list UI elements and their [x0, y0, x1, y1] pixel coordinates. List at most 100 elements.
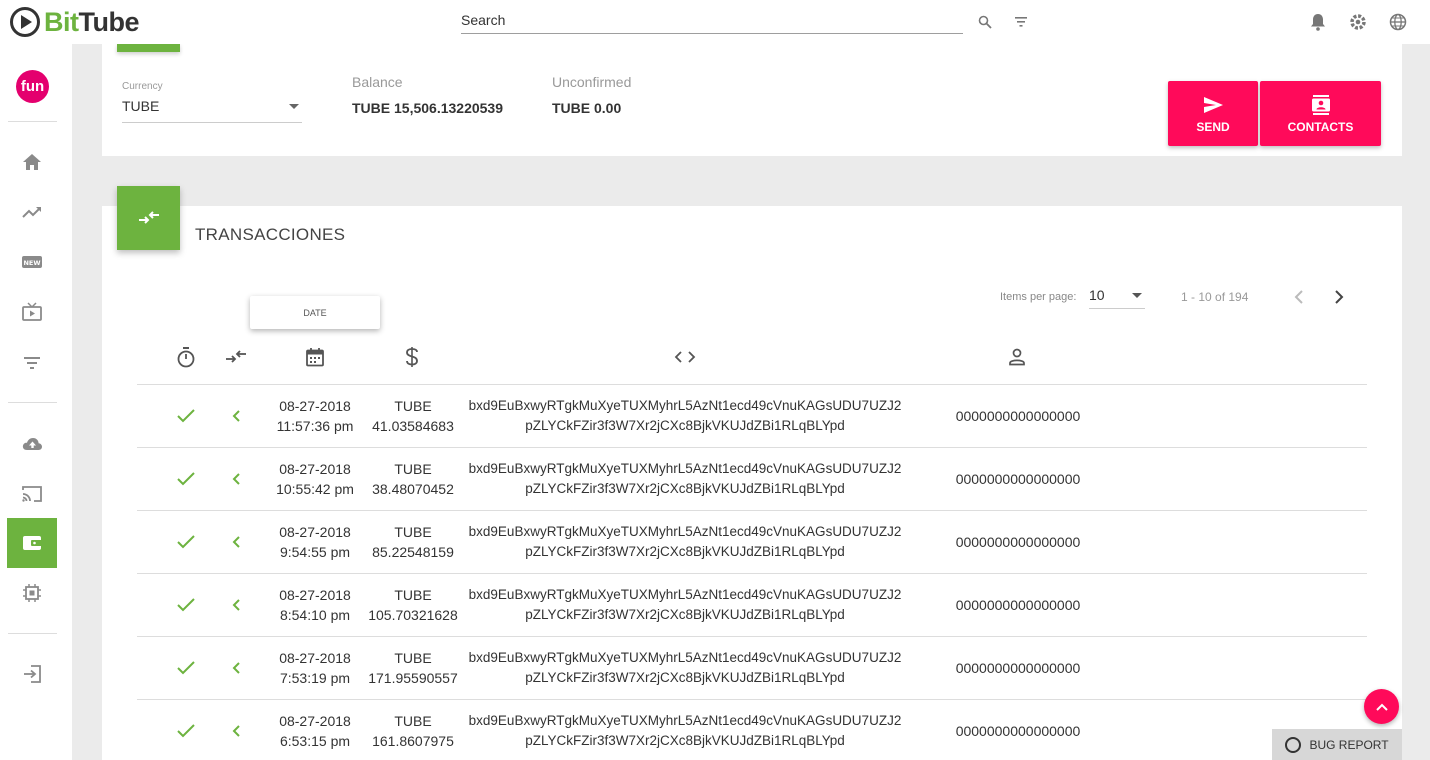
- tx-time: 6:53:15 pm: [279, 733, 351, 749]
- tx-payment-id: 0000000000000000: [955, 723, 1081, 739]
- transactions-badge: [117, 186, 180, 250]
- avatar[interactable]: fun: [16, 70, 49, 103]
- logo-text: BitTube: [44, 6, 139, 37]
- sidebar-item-wallet[interactable]: [7, 518, 57, 568]
- contacts-button[interactable]: CONTACTS: [1260, 81, 1381, 146]
- pagination-range: 1 - 10 of 194: [1181, 290, 1249, 304]
- send-icon: [1204, 96, 1223, 113]
- incoming-chevron-icon: [224, 385, 248, 447]
- sidebar-item-trending[interactable]: [7, 187, 57, 237]
- tx-date: 08-27-2018: [279, 713, 351, 729]
- search-icon[interactable]: [975, 12, 995, 32]
- wallet-icon: [23, 536, 42, 550]
- sidebar-item-processor[interactable]: [7, 568, 57, 618]
- payment-id-cell: 0000000000000000: [945, 700, 1091, 760]
- contacts-icon: [1311, 94, 1330, 115]
- sidebar-item-upload[interactable]: [7, 419, 57, 469]
- items-per-page-select[interactable]: 10: [1089, 287, 1145, 309]
- sidebar-item-filter[interactable]: [7, 337, 57, 387]
- amount-column-header[interactable]: [400, 345, 424, 369]
- date-cell: 08-27-2018 10:55:42 pm: [267, 448, 363, 510]
- status-column-header[interactable]: [174, 345, 198, 369]
- tx-time: 7:53:19 pm: [279, 670, 351, 686]
- next-page-button[interactable]: [1327, 285, 1351, 309]
- filter-icon[interactable]: [1011, 12, 1031, 32]
- amount-cell: TUBE 171.95590557: [365, 637, 461, 699]
- tx-amount: 171.95590557: [368, 670, 458, 686]
- tx-date: 08-27-2018: [279, 398, 351, 414]
- direction-column-header[interactable]: [224, 345, 248, 369]
- tx-hash-line-2: pZLYCkFZir3f3W7Xr2jCXc8BjkVKUJdZBi1RLqBL…: [525, 544, 845, 559]
- notification-bell-icon[interactable]: [1308, 12, 1328, 32]
- incoming-chevron-icon: [224, 511, 248, 573]
- swap-arrows-icon: [138, 211, 159, 224]
- hash-cell: bxd9EuBxwyRTgkMuXyeTUXMyhrL5AzNt1ecd49cV…: [465, 511, 905, 573]
- code-icon: [674, 351, 696, 363]
- sidebar-divider: [8, 633, 57, 634]
- tx-payment-id: 0000000000000000: [955, 597, 1081, 613]
- sidebar-item-tv[interactable]: [7, 287, 57, 337]
- table-row[interactable]: 08-27-2018 11:57:36 pm TUBE 41.03584683 bxd9…: [137, 385, 1367, 448]
- status-check-icon: [174, 385, 198, 447]
- tx-payment-id: 0000000000000000: [955, 534, 1081, 550]
- dollar-icon: [406, 347, 418, 367]
- scroll-to-top-button[interactable]: [1364, 689, 1399, 724]
- home-icon: [23, 154, 41, 170]
- logout-icon: [24, 665, 41, 683]
- balance-label: Balance: [352, 74, 403, 90]
- search-field: [461, 8, 963, 34]
- hash-cell: bxd9EuBxwyRTgkMuXyeTUXMyhrL5AzNt1ecd49cV…: [465, 574, 905, 636]
- bug-report-button[interactable]: BUG REPORT: [1272, 729, 1402, 760]
- hash-cell: bxd9EuBxwyRTgkMuXyeTUXMyhrL5AzNt1ecd49cV…: [465, 637, 905, 699]
- currency-selected-value: TUBE: [122, 98, 160, 114]
- tv-icon: [22, 302, 42, 321]
- sidebar-item-home[interactable]: [7, 137, 57, 187]
- tx-hash-line-2: pZLYCkFZir3f3W7Xr2jCXc8BjkVKUJdZBi1RLqBL…: [525, 481, 845, 496]
- sidebar-item-logout[interactable]: [7, 649, 57, 699]
- hash-column-header[interactable]: [673, 345, 697, 369]
- status-check-icon: [174, 448, 198, 510]
- payment-id-cell: 0000000000000000: [945, 385, 1091, 447]
- status-check-icon: [174, 700, 198, 760]
- incoming-chevron-icon: [224, 574, 248, 636]
- chevron-right-icon: [1335, 290, 1344, 304]
- chip-icon: [23, 584, 41, 602]
- calendar-icon: [306, 348, 324, 367]
- payment-id-column-header[interactable]: [1005, 345, 1029, 369]
- bittube-logo[interactable]: BitTube: [10, 6, 139, 38]
- sidebar: fun NEW: [0, 44, 72, 760]
- sidebar-item-cast[interactable]: [7, 469, 57, 519]
- currency-label: Currency: [122, 81, 163, 92]
- top-bar: BitTube: [0, 0, 1430, 44]
- table-row[interactable]: 08-27-2018 10:55:42 pm TUBE 38.48070452 bxd9…: [137, 448, 1367, 511]
- tx-payment-id: 0000000000000000: [955, 471, 1081, 487]
- swap-arrows-icon: [226, 350, 246, 363]
- tx-amount: 105.70321628: [368, 607, 458, 623]
- currency-select[interactable]: TUBE: [122, 98, 302, 123]
- date-cell: 08-27-2018 6:53:15 pm: [267, 700, 363, 760]
- language-globe-icon[interactable]: [1388, 12, 1408, 32]
- amount-cell: TUBE 38.48070452: [365, 448, 461, 510]
- amount-cell: TUBE 105.70321628: [365, 574, 461, 636]
- table-row[interactable]: 08-27-2018 6:53:15 pm TUBE 161.8607975 bxd9E…: [137, 700, 1367, 760]
- sidebar-item-new[interactable]: NEW: [7, 237, 57, 287]
- table-row[interactable]: 08-27-2018 8:54:10 pm TUBE 105.70321628 bxd9…: [137, 574, 1367, 637]
- tx-hash-line-2: pZLYCkFZir3f3W7Xr2jCXc8BjkVKUJdZBi1RLqBL…: [525, 607, 845, 622]
- send-button[interactable]: SEND: [1168, 81, 1258, 146]
- wallet-card-tab: [117, 44, 180, 52]
- date-column-header[interactable]: [303, 345, 327, 369]
- incoming-chevron-icon: [224, 448, 248, 510]
- table-row[interactable]: 08-27-2018 9:54:55 pm TUBE 85.22548159 bxd9E…: [137, 511, 1367, 574]
- settings-gear-icon[interactable]: [1348, 12, 1368, 32]
- items-per-page-value: 10: [1089, 287, 1105, 303]
- previous-page-button[interactable]: [1287, 285, 1311, 309]
- tx-currency: TUBE: [394, 713, 432, 729]
- amount-cell: TUBE 41.03584683: [365, 385, 461, 447]
- tx-hash-line-1: bxd9EuBxwyRTgkMuXyeTUXMyhrL5AzNt1ecd49cV…: [468, 524, 902, 539]
- bug-report-icon: [1285, 736, 1302, 753]
- tx-date: 08-27-2018: [279, 650, 351, 666]
- tx-currency: TUBE: [394, 650, 432, 666]
- search-input[interactable]: [461, 8, 963, 32]
- hash-cell: bxd9EuBxwyRTgkMuXyeTUXMyhrL5AzNt1ecd49cV…: [465, 700, 905, 760]
- table-row[interactable]: 08-27-2018 7:53:19 pm TUBE 171.95590557 bxd9…: [137, 637, 1367, 700]
